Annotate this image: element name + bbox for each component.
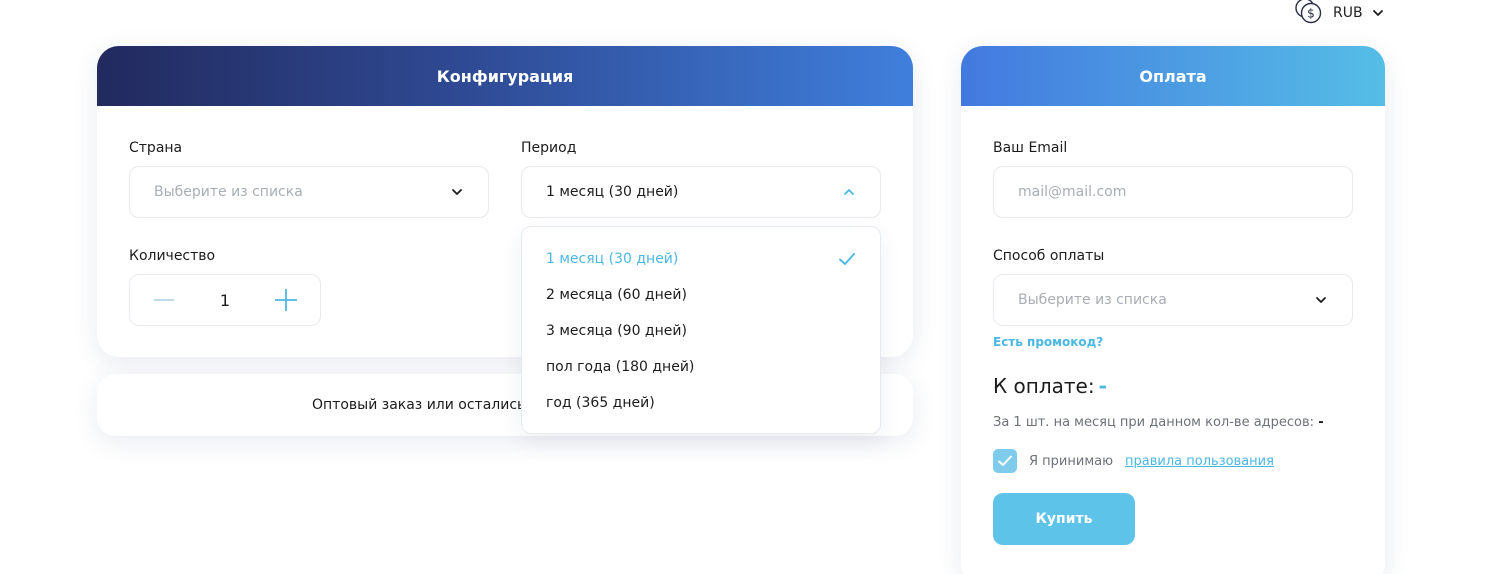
currency-selector[interactable]: $ RUB — [1293, 0, 1385, 26]
coins-icon: $ — [1293, 0, 1325, 26]
per-unit-label: За 1 шт. на месяц при данном кол-ве адре… — [993, 415, 1315, 430]
payment-method-label: Способ оплаты — [993, 248, 1105, 264]
period-option[interactable]: 2 месяца (60 дней) — [522, 277, 880, 313]
increment-button[interactable] — [264, 282, 308, 318]
period-option[interactable]: пол года (180 дней) — [522, 349, 880, 385]
buy-button[interactable]: Купить — [993, 493, 1135, 545]
period-option-label: 1 месяц (30 дней) — [546, 251, 679, 267]
period-value: 1 месяц (30 дней) — [546, 184, 679, 200]
period-option[interactable]: год (365 дней) — [522, 385, 880, 421]
terms-agreement: Я принимаю правила пользования — [993, 449, 1274, 473]
plus-icon — [275, 289, 297, 311]
country-select[interactable]: Выберите из списка — [129, 166, 489, 218]
chevron-up-icon — [844, 189, 854, 195]
decrement-button[interactable] — [142, 282, 186, 318]
terms-checkbox[interactable] — [993, 449, 1017, 473]
period-option-label: 3 месяца (90 дней) — [546, 323, 687, 339]
period-option-label: 2 месяца (60 дней) — [546, 287, 687, 303]
payment-method-select[interactable]: Выберите из списка — [993, 274, 1353, 326]
period-option[interactable]: 1 месяц (30 дней) — [522, 241, 880, 277]
promo-code-link[interactable]: Есть промокод? — [993, 335, 1103, 349]
quantity-value[interactable]: 1 — [205, 291, 245, 310]
total-label: К оплате: — [993, 374, 1095, 398]
terms-text: Я принимаю — [1029, 453, 1114, 469]
check-icon — [839, 253, 855, 265]
period-select[interactable]: 1 месяц (30 дней) — [521, 166, 881, 218]
chevron-down-icon — [452, 189, 462, 195]
chevron-down-icon — [1372, 10, 1383, 16]
per-unit-price: За 1 шт. на месяц при данном кол-ве адре… — [993, 415, 1324, 430]
period-option[interactable]: 3 месяца (90 дней) — [522, 313, 880, 349]
period-label: Период — [521, 140, 577, 156]
currency-label: RUB — [1333, 5, 1363, 21]
minus-icon — [154, 299, 174, 301]
terms-link[interactable]: правила пользования — [1125, 454, 1274, 469]
period-dropdown: 1 месяц (30 дней) 2 месяца (60 дней) 3 м… — [521, 226, 881, 434]
chevron-down-icon — [1316, 297, 1326, 303]
payment-method-placeholder: Выберите из списка — [1018, 292, 1167, 308]
per-unit-value: - — [1318, 415, 1324, 430]
period-option-label: пол года (180 дней) — [546, 359, 695, 375]
email-label: Ваш Email — [993, 140, 1068, 156]
country-label: Страна — [129, 140, 183, 156]
email-field[interactable] — [993, 166, 1353, 218]
quantity-stepper: 1 — [129, 274, 321, 326]
configuration-title: Конфигурация — [97, 46, 913, 106]
quantity-label: Количество — [129, 248, 216, 264]
country-placeholder: Выберите из списка — [154, 184, 303, 200]
period-option-label: год (365 дней) — [546, 395, 655, 411]
payment-title: Оплата — [961, 46, 1385, 106]
total-value: - — [1098, 374, 1107, 398]
payment-card: Оплата Ваш Email Способ оплаты Выберите … — [961, 46, 1385, 574]
check-icon — [998, 455, 1012, 466]
svg-text:$: $ — [1307, 7, 1315, 21]
total-row: К оплате: - — [993, 374, 1107, 398]
